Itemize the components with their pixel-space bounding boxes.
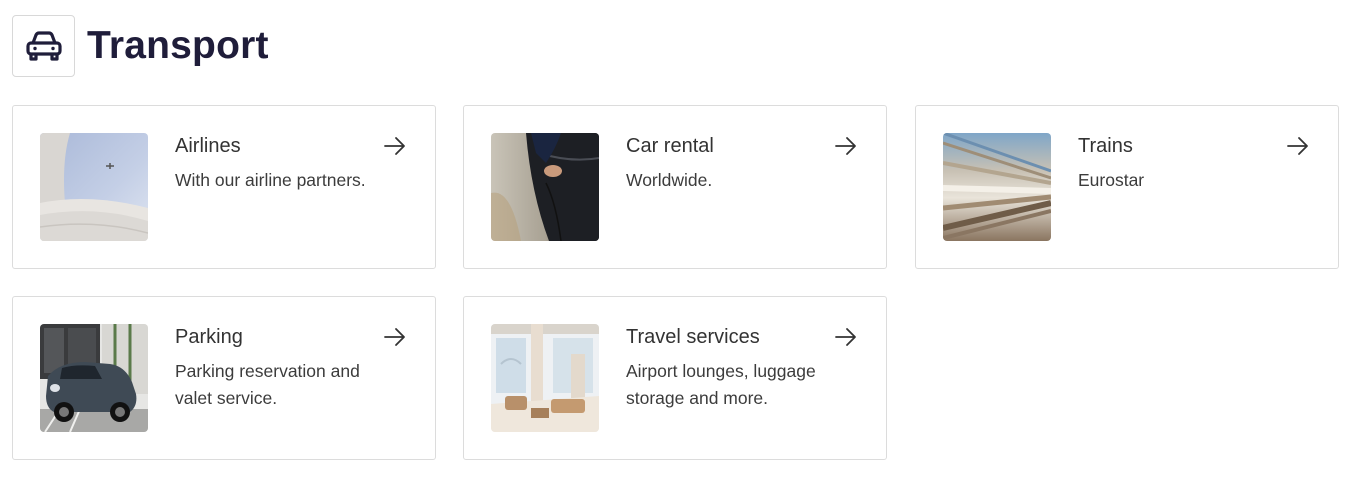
card-title: Airlines bbox=[175, 135, 241, 157]
page-header: Transport bbox=[12, 15, 269, 77]
card-description: Worldwide. bbox=[626, 170, 713, 190]
arrow-right-icon bbox=[835, 328, 856, 346]
airplane-sky-photo bbox=[40, 133, 148, 241]
card-title: Car rental bbox=[626, 135, 714, 157]
arrow-right-icon bbox=[835, 137, 856, 155]
arrow-right-icon bbox=[1287, 137, 1308, 155]
card-travel-services[interactable]: Travel services Airport lounges, luggage… bbox=[463, 296, 887, 460]
card-title: Trains bbox=[1078, 135, 1133, 157]
card-parking[interactable]: Parking Parking reservation and valet se… bbox=[12, 296, 436, 460]
card-description: Parking reservation and valet service. bbox=[175, 361, 360, 408]
page-title: Transport bbox=[87, 24, 269, 67]
transport-page: Transport Airlines With our airline part… bbox=[0, 0, 1356, 501]
card-car-rental[interactable]: Car rental Worldwide. bbox=[463, 105, 887, 269]
card-airlines[interactable]: Airlines With our airline partners. bbox=[12, 105, 436, 269]
card-description: Airport lounges, luggage storage and mor… bbox=[626, 361, 816, 408]
card-title: Travel services bbox=[626, 326, 760, 348]
card-trains[interactable]: Trains Eurostar bbox=[915, 105, 1339, 269]
card-title: Parking bbox=[175, 326, 243, 348]
car-icon bbox=[12, 15, 75, 77]
train-motion-photo bbox=[943, 133, 1051, 241]
arrow-right-icon bbox=[384, 328, 405, 346]
lounge-photo bbox=[491, 324, 599, 432]
card-description: Eurostar bbox=[1078, 170, 1145, 190]
card-description: With our airline partners. bbox=[175, 170, 366, 190]
arrow-right-icon bbox=[384, 137, 405, 155]
parked-car-photo bbox=[40, 324, 148, 432]
car-door-photo bbox=[491, 133, 599, 241]
